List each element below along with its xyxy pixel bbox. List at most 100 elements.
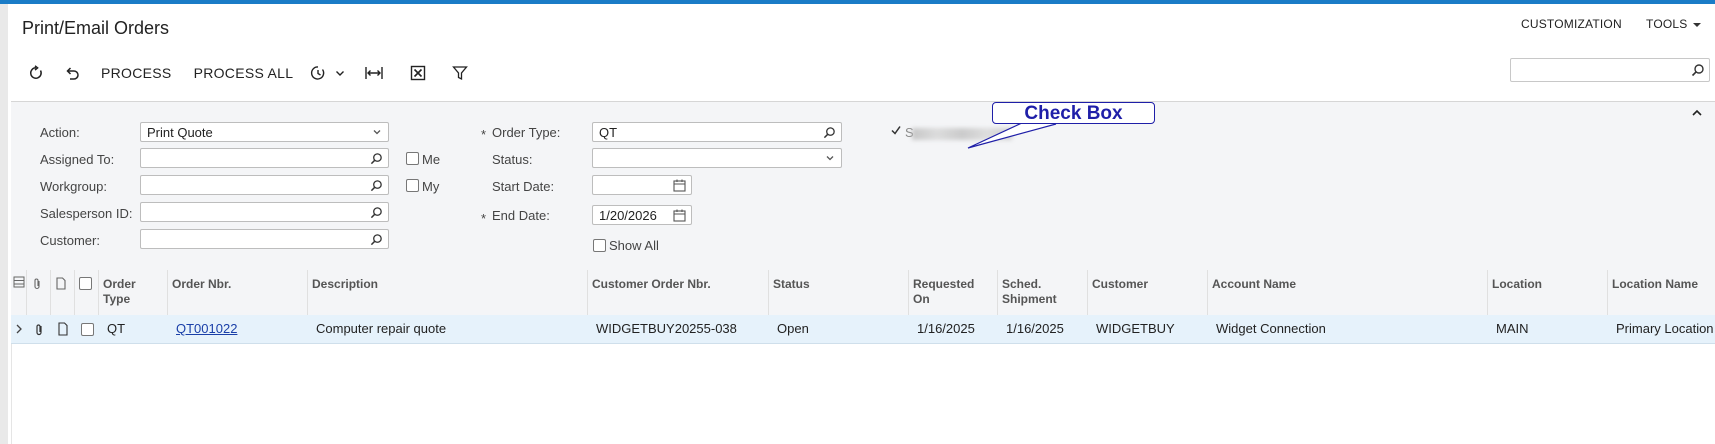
start-date-field[interactable]	[592, 175, 692, 195]
export-excel-button[interactable]	[396, 60, 440, 86]
action-label: Action:	[40, 125, 80, 140]
search-icon	[1691, 63, 1705, 77]
search-icon[interactable]	[370, 179, 383, 192]
column-header-requested-on[interactable]: Requested On	[909, 270, 998, 315]
attachments-column-header[interactable]	[27, 270, 51, 315]
column-header-customer[interactable]: Customer	[1088, 270, 1208, 315]
workgroup-label: Workgroup:	[40, 179, 107, 194]
left-nav-strip	[0, 4, 8, 444]
cell-order-type: QT	[107, 321, 126, 336]
tools-menu-label: TOOLS	[1646, 17, 1688, 31]
assigned-to-field[interactable]	[140, 148, 389, 168]
notes-column-header[interactable]	[51, 270, 75, 315]
note-icon	[56, 277, 66, 290]
column-header-status[interactable]: Status	[769, 270, 909, 315]
callout-label: Check Box	[992, 102, 1155, 124]
cell-customer: WIDGETBUY	[1096, 321, 1175, 336]
customer-field[interactable]	[140, 229, 389, 249]
column-header-description[interactable]: Description	[308, 270, 588, 315]
cell-location-name: Primary Location	[1616, 321, 1714, 336]
row-select-checkbox[interactable]	[75, 315, 99, 343]
filter-icon	[452, 66, 469, 81]
collapse-panel-button[interactable]	[1691, 108, 1703, 118]
select-all-box	[79, 277, 92, 290]
toolbar: PROCESS PROCESS ALL	[18, 60, 480, 86]
start-date-label: Start Date:	[492, 179, 555, 194]
action-select[interactable]: Print Quote	[140, 122, 389, 142]
process-button[interactable]: PROCESS	[90, 60, 183, 86]
cell-status: Open	[777, 321, 809, 336]
column-header-order-nbr[interactable]: Order Nbr.	[168, 270, 308, 315]
required-mark: *	[481, 211, 487, 226]
column-header-location[interactable]: Location	[1488, 270, 1608, 315]
cell-account-name: Widget Connection	[1216, 321, 1326, 336]
action-value: Print Quote	[147, 125, 213, 140]
process-all-button[interactable]: PROCESS ALL	[183, 60, 305, 86]
order-type-field[interactable]: QT	[592, 122, 842, 142]
refresh-button[interactable]	[18, 60, 54, 86]
cell-order-nbr[interactable]: QT001022	[168, 315, 308, 343]
table-row[interactable]: QT QT001022 Computer repair quote WIDGET…	[11, 315, 1715, 344]
grid-header: Order Type Order Nbr. Description Custom…	[11, 270, 1715, 316]
column-header-customer-order-nbr[interactable]: Customer Order Nbr.	[588, 270, 769, 315]
cell-requested-on: 1/16/2025	[917, 321, 975, 336]
column-header-order-type[interactable]: Order Type	[99, 270, 168, 315]
end-date-label: End Date:	[492, 208, 550, 223]
customization-menu[interactable]: CUSTOMIZATION	[1521, 17, 1622, 31]
undo-icon	[66, 67, 79, 80]
select-all-checkbox[interactable]	[75, 270, 99, 315]
me-label: Me	[422, 152, 441, 167]
cell-description: Computer repair quote	[316, 321, 447, 336]
grid-empty-area	[11, 344, 1715, 444]
fit-to-screen-button[interactable]	[352, 60, 396, 86]
my-checkbox[interactable]	[406, 179, 419, 192]
column-header-location-name[interactable]: Location Name	[1608, 270, 1715, 315]
show-all-checkbox[interactable]	[593, 239, 606, 252]
note-icon	[58, 322, 68, 336]
order-nbr-link[interactable]: QT001022	[176, 321, 237, 336]
clock-icon	[311, 66, 325, 80]
excel-export-icon	[411, 65, 426, 81]
schedule-dropdown-button[interactable]	[304, 60, 352, 86]
show-all-label: Show All	[609, 238, 659, 253]
row-expand-button[interactable]	[11, 315, 27, 343]
salesperson-field[interactable]	[140, 202, 389, 222]
search-icon[interactable]	[370, 206, 383, 219]
filter-button[interactable]	[440, 60, 480, 86]
row-attachment-button[interactable]	[27, 315, 51, 343]
order-type-label: Order Type:	[492, 125, 561, 140]
workgroup-field[interactable]	[140, 175, 389, 195]
me-checkbox[interactable]	[406, 152, 419, 165]
page-title: Print/Email Orders	[22, 18, 170, 38]
tools-menu[interactable]: TOOLS	[1646, 17, 1702, 31]
salesperson-label: Salesperson ID:	[40, 206, 133, 221]
search-input[interactable]	[1510, 58, 1710, 82]
check-mark-icon[interactable]	[890, 124, 902, 136]
chevron-right-icon	[16, 324, 22, 334]
fit-to-screen-icon	[365, 67, 384, 79]
column-header-sched-shipment[interactable]: Sched. Shipment	[998, 270, 1088, 315]
column-settings-button[interactable]	[11, 270, 27, 315]
chevron-up-icon	[1692, 109, 1702, 116]
required-mark: *	[481, 127, 487, 142]
cell-customer-order-nbr: WIDGETBUY20255-038	[596, 321, 737, 336]
row-note-button[interactable]	[51, 315, 75, 343]
chevron-down-icon	[336, 71, 345, 76]
calendar-icon[interactable]	[673, 179, 686, 192]
status-select[interactable]	[592, 148, 842, 168]
column-header-account-name[interactable]: Account Name	[1208, 270, 1488, 315]
refresh-icon	[30, 65, 42, 79]
calendar-icon[interactable]	[673, 209, 686, 222]
row-checkbox-box	[81, 323, 94, 336]
search-icon[interactable]	[823, 126, 836, 139]
end-date-field[interactable]: 1/20/2026	[592, 205, 692, 225]
column-settings-icon	[13, 276, 25, 288]
search-icon[interactable]	[370, 152, 383, 165]
chevron-down-icon	[824, 152, 836, 164]
paperclip-icon	[36, 324, 42, 336]
assigned-to-label: Assigned To:	[40, 152, 115, 167]
end-date-value: 1/20/2026	[599, 208, 657, 223]
undo-button[interactable]	[54, 60, 90, 86]
cell-location: MAIN	[1496, 321, 1529, 336]
search-icon[interactable]	[370, 233, 383, 246]
